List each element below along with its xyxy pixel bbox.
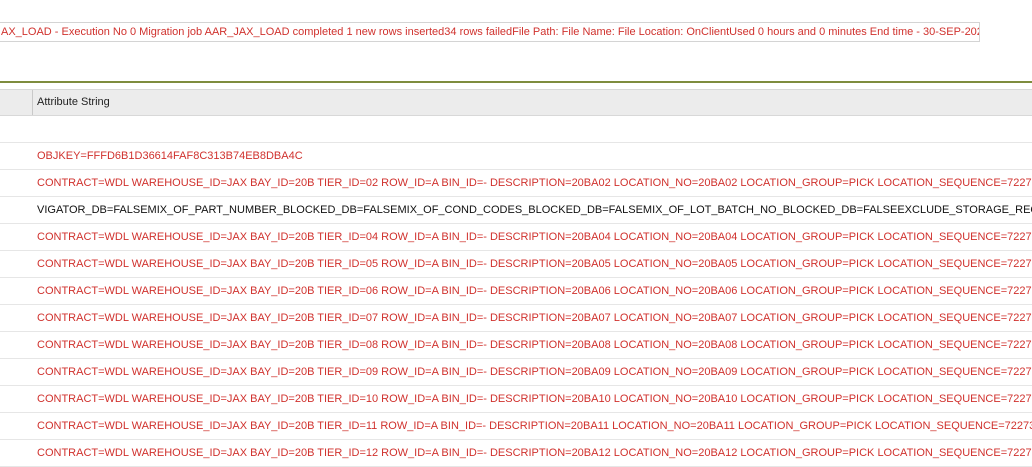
row-selector[interactable] bbox=[0, 170, 33, 196]
table-row[interactable]: CONTRACT=WDL WAREHOUSE_ID=JAX BAY_ID=20B… bbox=[0, 251, 1032, 278]
attribute-string-cell[interactable]: CONTRACT=WDL WAREHOUSE_ID=JAX BAY_ID=20B… bbox=[33, 386, 1032, 412]
row-selector[interactable] bbox=[0, 116, 33, 142]
row-selector[interactable] bbox=[0, 332, 33, 358]
table-row[interactable]: CONTRACT=WDL WAREHOUSE_ID=JAX BAY_ID=20B… bbox=[0, 359, 1032, 386]
row-selector[interactable] bbox=[0, 305, 33, 331]
table-row[interactable]: CONTRACT=WDL WAREHOUSE_ID=JAX BAY_ID=20B… bbox=[0, 440, 1032, 467]
table-row[interactable]: CONTRACT=WDL WAREHOUSE_ID=JAX BAY_ID=20B… bbox=[0, 386, 1032, 413]
column-header-attribute-string[interactable]: Attribute String bbox=[33, 90, 1032, 115]
attribute-string-cell[interactable]: CONTRACT=WDL WAREHOUSE_ID=JAX BAY_ID=20B… bbox=[33, 224, 1032, 250]
attribute-string-cell[interactable]: CONTRACT=WDL WAREHOUSE_ID=JAX BAY_ID=20B… bbox=[33, 359, 1032, 385]
attribute-string-cell[interactable]: CONTRACT=WDL WAREHOUSE_ID=JAX BAY_ID=20B… bbox=[33, 413, 1032, 439]
attribute-string-cell[interactable]: CONTRACT=WDL WAREHOUSE_ID=JAX BAY_ID=20B… bbox=[33, 305, 1032, 331]
attribute-string-cell[interactable]: CONTRACT=WDL WAREHOUSE_ID=JAX BAY_ID=20B… bbox=[33, 332, 1032, 358]
table-row[interactable]: VIGATOR_DB=FALSEMIX_OF_PART_NUMBER_BLOCK… bbox=[0, 197, 1032, 224]
section-divider bbox=[0, 81, 1032, 83]
table-row[interactable]: CONTRACT=WDL WAREHOUSE_ID=JAX BAY_ID=20B… bbox=[0, 278, 1032, 305]
row-selector[interactable] bbox=[0, 224, 33, 250]
attribute-string-cell[interactable] bbox=[33, 116, 1032, 142]
row-selector[interactable] bbox=[0, 278, 33, 304]
table-row[interactable]: CONTRACT=WDL WAREHOUSE_ID=JAX BAY_ID=20B… bbox=[0, 170, 1032, 197]
execution-status-message: AX_LOAD - Execution No 0 Migration job A… bbox=[0, 22, 980, 42]
table-row[interactable] bbox=[0, 116, 1032, 143]
row-selector[interactable] bbox=[0, 386, 33, 412]
grid-header-row: Attribute String bbox=[0, 89, 1032, 116]
row-selector[interactable] bbox=[0, 251, 33, 277]
attribute-string-cell[interactable]: CONTRACT=WDL WAREHOUSE_ID=JAX BAY_ID=20B… bbox=[33, 251, 1032, 277]
table-row[interactable]: CONTRACT=WDL WAREHOUSE_ID=JAX BAY_ID=20B… bbox=[0, 305, 1032, 332]
attribute-string-cell[interactable]: VIGATOR_DB=FALSEMIX_OF_PART_NUMBER_BLOCK… bbox=[33, 197, 1032, 223]
row-selector-header[interactable] bbox=[0, 90, 33, 115]
table-row[interactable]: CONTRACT=WDL WAREHOUSE_ID=JAX BAY_ID=20B… bbox=[0, 224, 1032, 251]
row-selector[interactable] bbox=[0, 143, 33, 169]
attribute-string-cell[interactable]: CONTRACT=WDL WAREHOUSE_ID=JAX BAY_ID=20B… bbox=[33, 278, 1032, 304]
attribute-string-cell[interactable]: OBJKEY=FFFD6B1D36614FAF8C313B74EB8DBA4C bbox=[33, 143, 1032, 169]
row-selector[interactable] bbox=[0, 359, 33, 385]
attribute-string-cell[interactable]: CONTRACT=WDL WAREHOUSE_ID=JAX BAY_ID=20B… bbox=[33, 170, 1032, 196]
row-selector[interactable] bbox=[0, 197, 33, 223]
table-row[interactable]: OBJKEY=FFFD6B1D36614FAF8C313B74EB8DBA4C bbox=[0, 143, 1032, 170]
row-selector[interactable] bbox=[0, 413, 33, 439]
attribute-grid: Attribute String OBJKEY=FFFD6B1D36614FAF… bbox=[0, 89, 1032, 467]
table-row[interactable]: CONTRACT=WDL WAREHOUSE_ID=JAX BAY_ID=20B… bbox=[0, 332, 1032, 359]
table-row[interactable]: CONTRACT=WDL WAREHOUSE_ID=JAX BAY_ID=20B… bbox=[0, 413, 1032, 440]
attribute-string-cell[interactable]: CONTRACT=WDL WAREHOUSE_ID=JAX BAY_ID=20B… bbox=[33, 440, 1032, 466]
row-selector[interactable] bbox=[0, 440, 33, 466]
